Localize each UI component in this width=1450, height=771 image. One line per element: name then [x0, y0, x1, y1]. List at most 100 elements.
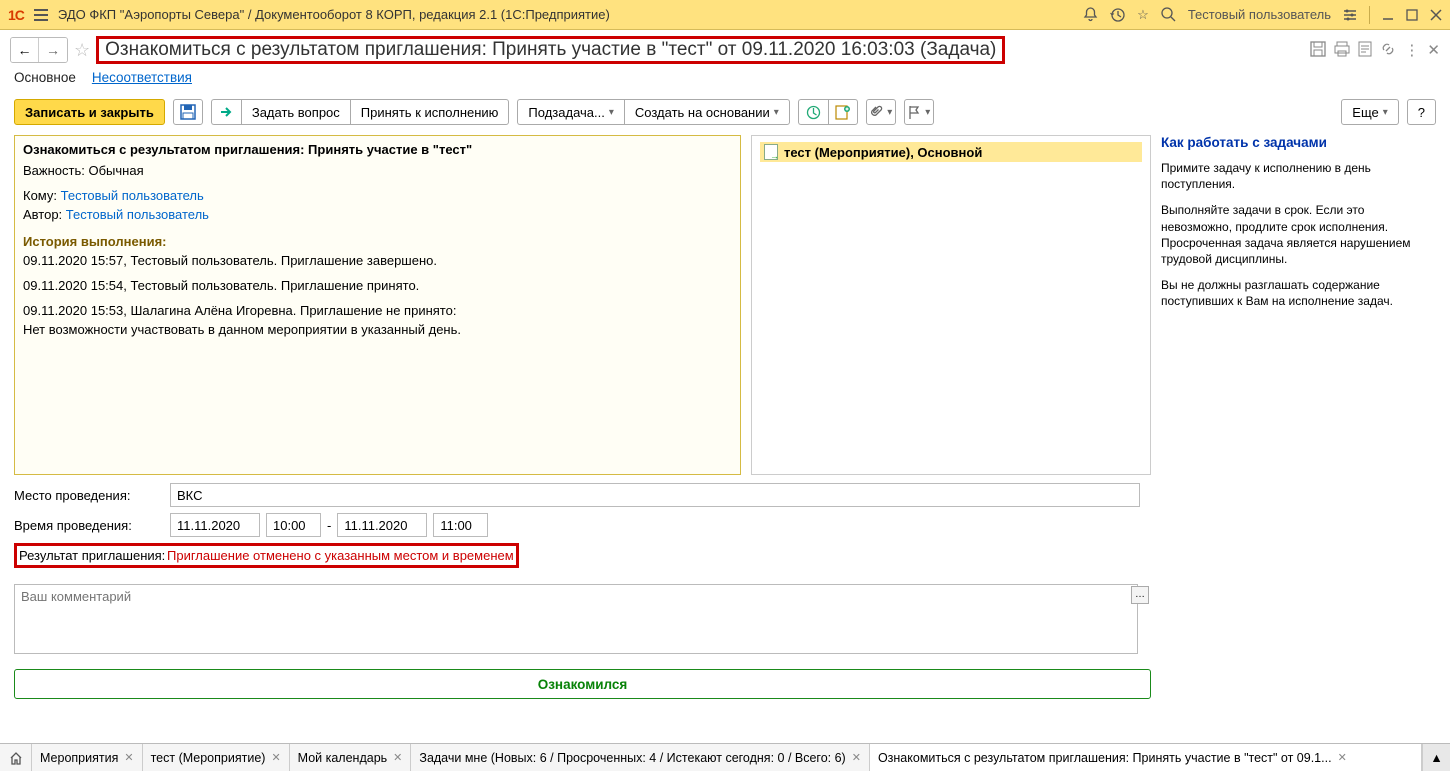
time-label: Время проведения: — [14, 518, 164, 533]
star-icon[interactable]: ☆ — [1137, 7, 1149, 23]
tab-label: Мой календарь — [298, 751, 388, 765]
place-label: Место проведения: — [14, 488, 164, 503]
importance-label: Важность: — [23, 163, 85, 178]
history-entry: 09.11.2020 15:54, Тестовый пользователь.… — [23, 278, 732, 293]
time-dash: - — [327, 518, 331, 533]
tab-label: Задачи мне (Новых: 6 / Просроченных: 4 /… — [419, 751, 845, 765]
fields-block: Место проведения: Время проведения: - Ре… — [14, 483, 1151, 574]
more-button[interactable]: Еще — [1341, 99, 1398, 125]
accept-execution-button[interactable]: Принять к исполнению — [350, 99, 510, 125]
help-text: Вы не должны разглашать содержание посту… — [1161, 277, 1436, 309]
document-icon — [764, 144, 778, 160]
maximize-icon[interactable] — [1406, 9, 1418, 21]
author-link[interactable]: Тестовый пользователь — [66, 207, 209, 222]
history-icon[interactable] — [1110, 7, 1125, 22]
user-name[interactable]: Тестовый пользователь — [1188, 7, 1331, 22]
save-button[interactable] — [173, 99, 203, 125]
help-sidebar: Как работать с задачами Примите задачу к… — [1161, 135, 1436, 699]
save-icon[interactable] — [1310, 41, 1326, 59]
document-icon[interactable] — [1358, 41, 1372, 59]
minimize-icon[interactable] — [1382, 9, 1394, 21]
comment-block: … — [14, 584, 1151, 659]
attachments-pane: тест (Мероприятие), Основной — [751, 135, 1151, 475]
acknowledged-button[interactable]: Ознакомился — [14, 669, 1151, 699]
forward-icon-button[interactable] — [211, 99, 241, 125]
tab-events[interactable]: Мероприятия ✕ — [32, 744, 143, 771]
content-area: Ознакомиться с результатом приглашения: … — [0, 135, 1450, 699]
divider — [1369, 6, 1370, 24]
scroll-up-button[interactable]: ▲ — [1422, 744, 1450, 771]
help-button[interactable]: ? — [1407, 99, 1436, 125]
app-logo: 1C — [8, 7, 24, 23]
place-input[interactable] — [170, 483, 1140, 507]
tab-current[interactable]: Ознакомиться с результатом приглашения: … — [870, 744, 1422, 771]
tab-label: тест (Мероприятие) — [151, 751, 266, 765]
settings-icon[interactable] — [1343, 8, 1357, 22]
flag-icon-button[interactable] — [904, 99, 934, 125]
date-to-input[interactable] — [337, 513, 427, 537]
highlighted-result-row: Результат приглашения: Приглашение отмен… — [14, 543, 519, 568]
tab-label: Ознакомиться с результатом приглашения: … — [878, 751, 1332, 765]
subtask-button[interactable]: Подзадача... — [517, 99, 623, 125]
action-bar: Записать и закрыть Задать вопрос Принять… — [0, 99, 1450, 135]
home-tab[interactable] — [0, 744, 32, 771]
tab-main[interactable]: Основное — [14, 70, 76, 89]
attachment-item[interactable]: тест (Мероприятие), Основной — [760, 142, 1142, 162]
help-title: Как работать с задачами — [1161, 135, 1436, 150]
close-icon[interactable] — [1430, 9, 1442, 21]
close-panel-icon[interactable]: ✕ — [1427, 41, 1440, 59]
to-label: Кому: — [23, 188, 57, 203]
attachment-icon-button[interactable] — [866, 99, 896, 125]
tab-close-icon[interactable]: ✕ — [1338, 751, 1347, 764]
time-from-input[interactable] — [266, 513, 321, 537]
print-icon[interactable] — [1334, 41, 1350, 59]
tab-my-tasks[interactable]: Задачи мне (Новых: 6 / Просроченных: 4 /… — [411, 744, 870, 771]
expand-comment-button[interactable]: … — [1131, 586, 1149, 604]
result-label: Результат приглашения: — [19, 548, 167, 563]
window-tabs: Мероприятия ✕ тест (Мероприятие) ✕ Мой к… — [0, 743, 1450, 771]
favorite-icon[interactable]: ☆ — [74, 40, 90, 61]
link-icon[interactable] — [1380, 41, 1396, 59]
tab-close-icon[interactable]: ✕ — [271, 751, 280, 764]
help-text: Выполняйте задачи в срок. Если это невоз… — [1161, 202, 1436, 267]
bell-icon[interactable] — [1083, 7, 1098, 22]
date-from-input[interactable] — [170, 513, 260, 537]
search-icon[interactable] — [1161, 7, 1176, 22]
attachment-name: тест (Мероприятие), Основной — [784, 145, 982, 160]
add-note-icon-button[interactable] — [828, 99, 858, 125]
nav-back-button[interactable]: ← — [11, 38, 39, 62]
tab-my-calendar[interactable]: Мой календарь ✕ — [290, 744, 412, 771]
time-to-input[interactable] — [433, 513, 488, 537]
history-entry: Нет возможности участвовать в данном мер… — [23, 322, 732, 337]
tab-test-event[interactable]: тест (Мероприятие) ✕ — [143, 744, 290, 771]
result-value: Приглашение отменено с указанным местом … — [167, 548, 514, 563]
hamburger-icon[interactable] — [34, 9, 48, 21]
history-title: История выполнения: — [23, 234, 732, 249]
kebab-icon[interactable]: ⋮ — [1404, 41, 1419, 59]
to-link[interactable]: Тестовый пользователь — [61, 188, 204, 203]
nav-forward-button[interactable]: → — [39, 38, 67, 62]
tab-close-icon[interactable]: ✕ — [852, 751, 861, 764]
app-title: ЭДО ФКП "Аэропорты Севера" / Документооб… — [58, 7, 1083, 22]
tab-close-icon[interactable]: ✕ — [124, 751, 133, 764]
nav-buttons: ← → — [10, 37, 68, 63]
ask-question-button[interactable]: Задать вопрос — [241, 99, 350, 125]
help-text: Примите задачу к исполнению в день посту… — [1161, 160, 1436, 192]
tab-nonconformities[interactable]: Несоответствия — [92, 70, 192, 89]
tab-close-icon[interactable]: ✕ — [393, 751, 402, 764]
author-label: Автор: — [23, 207, 62, 222]
create-based-on-button[interactable]: Создать на основании — [624, 99, 790, 125]
tab-label: Мероприятия — [40, 751, 118, 765]
comment-textarea[interactable] — [14, 584, 1138, 654]
titlebar: 1C ЭДО ФКП "Аэропорты Севера" / Документ… — [0, 0, 1450, 30]
page-title: Ознакомиться с результатом приглашения: … — [96, 36, 1005, 64]
page-header-row: ← → ☆ Ознакомиться с результатом приглаш… — [0, 30, 1450, 70]
clock-icon-button[interactable] — [798, 99, 828, 125]
view-tabs: Основное Несоответствия — [0, 70, 1450, 99]
save-and-close-button[interactable]: Записать и закрыть — [14, 99, 165, 125]
task-header: Ознакомиться с результатом приглашения: … — [23, 142, 472, 157]
history-entry: 09.11.2020 15:57, Тестовый пользователь.… — [23, 253, 732, 268]
task-details-pane: Ознакомиться с результатом приглашения: … — [14, 135, 741, 475]
history-entry: 09.11.2020 15:53, Шалагина Алёна Игоревн… — [23, 303, 732, 318]
importance-value: Обычная — [88, 163, 143, 178]
